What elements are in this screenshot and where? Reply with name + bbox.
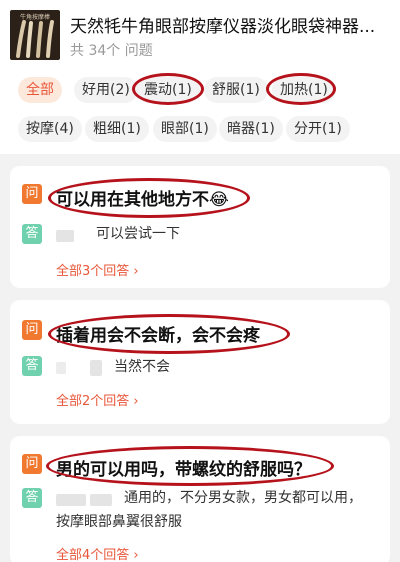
blurred-username xyxy=(56,494,86,506)
tag-massage[interactable]: 按摩(4) xyxy=(18,116,82,142)
answer-badge: 答 xyxy=(22,488,42,508)
all-answers-link[interactable]: 全部4个回答 › xyxy=(56,544,139,562)
tag-all[interactable]: 全部 xyxy=(18,77,62,103)
question-text[interactable]: 插着用会不会断，会不会疼 xyxy=(56,321,260,346)
product-header: 牛角按摩棒 天然牦牛角眼部按摩仪器淡化眼袋神器... 共 34个 问题 全部 好… xyxy=(0,0,400,154)
product-thumbnail[interactable]: 牛角按摩棒 xyxy=(10,10,60,60)
horn-image-icon xyxy=(16,20,54,58)
question-badge: 问 xyxy=(22,454,42,474)
blurred-avatar xyxy=(90,360,102,376)
question-badge: 问 xyxy=(22,320,42,340)
answer-text-line2: 按摩眼部鼻翼很舒服 xyxy=(56,514,182,530)
question-count: 共 34个 问题 xyxy=(70,43,153,59)
all-answers-link[interactable]: 全部3个回答 › xyxy=(56,260,139,279)
blurred-username xyxy=(56,362,66,374)
answer-text: 通用的，不分男女款，男女都可以用， xyxy=(124,490,362,506)
question-text[interactable]: 可以用在其他地方不😂 xyxy=(56,185,229,210)
tag-comfort[interactable]: 舒服(1) xyxy=(204,77,268,103)
blurred-username xyxy=(56,230,74,242)
tag-heating[interactable]: 加热(1) xyxy=(272,77,336,103)
tag-vibration[interactable]: 震动(1) xyxy=(136,77,200,103)
tag-hidden[interactable]: 暗器(1) xyxy=(219,116,283,142)
question-text[interactable]: 男的可以用吗，带螺纹的舒服吗？ xyxy=(56,455,311,480)
tag-eye[interactable]: 眼部(1) xyxy=(153,116,217,142)
answer-text: 可以尝试一下 xyxy=(96,226,180,242)
tag-thickness[interactable]: 粗细(1) xyxy=(85,116,149,142)
answer-text: 当然不会 xyxy=(114,359,170,375)
qa-card[interactable]: 问 插着用会不会断，会不会疼 答 当然不会 全部2个回答 › xyxy=(10,300,390,424)
product-title[interactable]: 天然牦牛角眼部按摩仪器淡化眼袋神器... xyxy=(70,12,392,37)
tag-good[interactable]: 好用(2) xyxy=(74,77,138,103)
tag-separate[interactable]: 分开(1) xyxy=(286,116,350,142)
answer-badge: 答 xyxy=(22,224,42,244)
question-badge: 问 xyxy=(22,184,42,204)
blurred-username xyxy=(90,494,112,506)
answer-badge: 答 xyxy=(22,356,42,376)
all-answers-link[interactable]: 全部2个回答 › xyxy=(56,390,139,409)
qa-card[interactable]: 问 可以用在其他地方不😂 答 可以尝试一下 全部3个回答 › xyxy=(10,166,390,288)
qa-card[interactable]: 问 男的可以用吗，带螺纹的舒服吗？ 答 通用的，不分男女款，男女都可以用， 按摩… xyxy=(10,436,390,562)
